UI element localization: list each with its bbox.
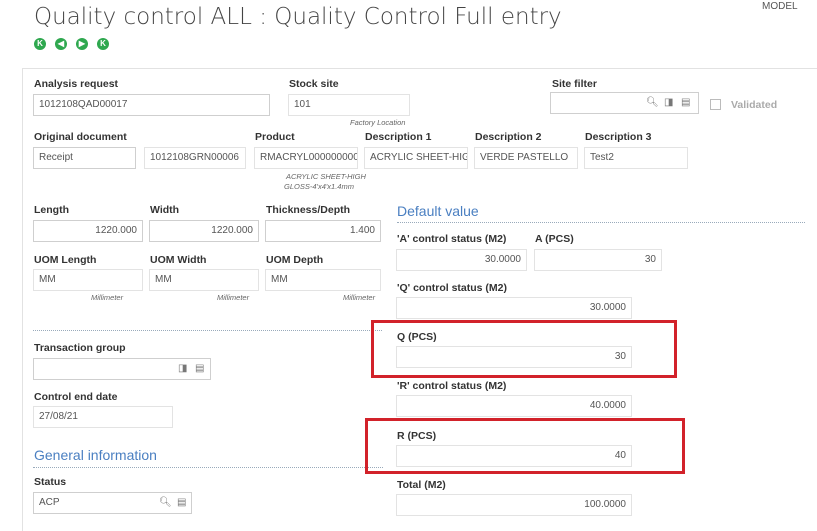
description2-label: Description 2 bbox=[475, 131, 542, 143]
model-label: MODEL bbox=[762, 1, 798, 12]
length-label: Length bbox=[34, 204, 69, 216]
status-label: Status bbox=[34, 476, 67, 488]
q-pcs-field: 30 bbox=[396, 346, 632, 368]
description3-field: Test2 bbox=[584, 147, 688, 169]
product-field: RMACRYL000000000 bbox=[254, 147, 358, 169]
r-pcs-label: R (PCS) bbox=[397, 430, 437, 442]
validated-checkbox[interactable] bbox=[710, 99, 721, 110]
general-information-heading: General information bbox=[34, 447, 157, 463]
control-end-date-label: Control end date bbox=[34, 391, 118, 403]
original-document-label: Original document bbox=[34, 131, 127, 143]
uom-depth-description: Millimeter bbox=[343, 293, 376, 302]
r-control-status-m2-label: 'R' control status (M2) bbox=[397, 380, 507, 392]
original-document-number-field: 1012108GRN00006 bbox=[144, 147, 246, 169]
list-icon[interactable]: ▤ bbox=[195, 363, 204, 374]
page-title: Quality control ALL : Quality Control Fu… bbox=[34, 4, 562, 30]
a-pcs-field: 30 bbox=[534, 249, 662, 271]
description1-field: ACRYLIC SHEET-HIG bbox=[364, 147, 468, 169]
validated-label: Validated bbox=[731, 99, 778, 111]
product-description-line1: ACRYLIC SHEET-HIGH bbox=[286, 172, 366, 181]
transaction-group-label: Transaction group bbox=[34, 342, 126, 354]
description2-field: VERDE PASTELLO bbox=[474, 147, 578, 169]
uom-width-label: UOM Width bbox=[150, 254, 207, 266]
thickness-field[interactable]: 1.400 bbox=[265, 220, 381, 242]
stock-site-description: Factory Location bbox=[350, 118, 406, 127]
list-icon[interactable]: ▤ bbox=[681, 97, 690, 108]
section-divider bbox=[397, 222, 805, 223]
uom-length-description: Millimeter bbox=[91, 293, 124, 302]
next-record-icon[interactable]: ▶ bbox=[76, 38, 88, 50]
thickness-label: Thickness/Depth bbox=[266, 204, 351, 216]
control-end-date-field: 27/08/21 bbox=[33, 406, 173, 428]
previous-record-icon[interactable]: ◀ bbox=[55, 38, 67, 50]
zoom-link-icon[interactable]: ◨ bbox=[664, 97, 673, 108]
search-icon[interactable]: 🔍︎ bbox=[646, 97, 659, 108]
description1-label: Description 1 bbox=[365, 131, 432, 143]
last-record-icon[interactable]: K bbox=[97, 38, 109, 50]
description3-label: Description 3 bbox=[585, 131, 652, 143]
uom-length-label: UOM Length bbox=[34, 254, 97, 266]
product-description-line2: GLOSS-4'x4'x1.4mm bbox=[284, 182, 354, 191]
uom-depth-field: MM bbox=[265, 269, 381, 291]
uom-length-field: MM bbox=[33, 269, 143, 291]
analysis-request-label: Analysis request bbox=[34, 78, 119, 90]
site-filter-label: Site filter bbox=[552, 78, 597, 90]
zoom-link-icon[interactable]: ◨ bbox=[178, 363, 187, 374]
a-control-status-m2-label: 'A' control status (M2) bbox=[397, 233, 507, 245]
width-label: Width bbox=[150, 204, 180, 216]
stock-site-field: 101 bbox=[288, 94, 410, 116]
length-field[interactable]: 1220.000 bbox=[33, 220, 143, 242]
search-icon[interactable]: 🔍︎ bbox=[159, 497, 172, 508]
list-icon[interactable]: ▤ bbox=[177, 497, 186, 508]
uom-width-description: Millimeter bbox=[217, 293, 250, 302]
section-divider bbox=[33, 467, 383, 468]
section-divider bbox=[33, 330, 382, 331]
a-pcs-label: A (PCS) bbox=[535, 233, 574, 245]
a-control-status-m2-field: 30.0000 bbox=[396, 249, 527, 271]
q-control-status-m2-field: 30.0000 bbox=[396, 297, 632, 319]
total-m2-field: 100.0000 bbox=[396, 494, 632, 516]
r-control-status-m2-field: 40.0000 bbox=[396, 395, 632, 417]
default-value-heading: Default value bbox=[397, 203, 479, 219]
product-label: Product bbox=[255, 131, 295, 143]
stock-site-label: Stock site bbox=[289, 78, 339, 90]
analysis-request-field[interactable]: 1012108QAD00017 bbox=[33, 94, 270, 116]
uom-width-field: MM bbox=[149, 269, 259, 291]
q-pcs-label: Q (PCS) bbox=[397, 331, 437, 343]
q-control-status-m2-label: 'Q' control status (M2) bbox=[397, 282, 507, 294]
site-filter-field[interactable] bbox=[550, 92, 699, 114]
original-document-type-field[interactable]: Receipt bbox=[33, 147, 136, 169]
total-m2-label: Total (M2) bbox=[397, 479, 446, 491]
uom-depth-label: UOM Depth bbox=[266, 254, 324, 266]
r-pcs-field: 40 bbox=[396, 445, 632, 467]
first-record-icon[interactable]: K bbox=[34, 38, 46, 50]
width-field[interactable]: 1220.000 bbox=[149, 220, 259, 242]
